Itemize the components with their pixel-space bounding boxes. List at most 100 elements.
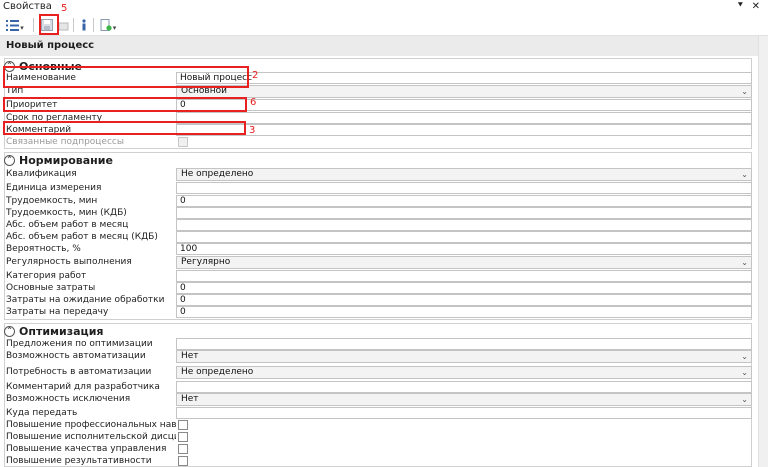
chevron-down-icon[interactable]: ⌄ — [741, 86, 748, 97]
annotation-number: 2 — [252, 70, 259, 81]
toolbar-separator — [93, 18, 94, 32]
regularity-select[interactable]: Регулярно ⌄ — [176, 256, 752, 269]
row-proposals: Предложения по оптимизации — [4, 338, 752, 350]
proposals-field[interactable] — [176, 338, 752, 350]
field-label: Возможность автоматизации — [6, 351, 146, 361]
field-label: Возможность исключения — [6, 394, 131, 404]
select-value: Не определено — [181, 169, 254, 179]
prof-skills-checkbox[interactable] — [178, 420, 188, 430]
field-label: Повышение результативности — [6, 456, 152, 466]
dropdown-arrow-icon: ▾ — [20, 24, 24, 32]
field-label: Трудоемкость, мин (КДБ) — [6, 208, 127, 218]
field-label: Повышение профессиональных навыков — [6, 420, 176, 430]
annotation-box-name — [3, 66, 249, 88]
export-icon[interactable]: ▾ — [97, 17, 119, 33]
annotation-box-save — [39, 14, 59, 35]
collapse-chevron-icon[interactable]: ⌃ — [4, 325, 15, 337]
main-costs-field[interactable]: 0 — [176, 282, 752, 294]
section-title: Нормирование — [19, 153, 113, 167]
row-prof-skills: Повышение профессиональных навыков — [4, 419, 752, 431]
transfer-costs-field[interactable]: 0 — [176, 306, 752, 318]
dropdown-arrow-icon: ▾ — [112, 24, 117, 32]
performance-checkbox[interactable] — [178, 456, 188, 466]
field-label: Затраты на передачу — [6, 307, 109, 317]
annotation-box-comment — [3, 121, 246, 135]
comment-field[interactable] — [176, 124, 752, 136]
chevron-down-icon[interactable]: ⌄ — [741, 367, 748, 378]
labor-min-field[interactable]: 0 — [176, 195, 752, 207]
row-unit: Единица измерения — [4, 182, 752, 194]
linked-subprocesses-checkbox — [178, 137, 188, 147]
field-label: Основные затраты — [6, 283, 96, 293]
wait-costs-field[interactable]: 0 — [176, 294, 752, 306]
priority-field[interactable]: 0 — [176, 99, 752, 111]
name-field[interactable]: Новый процесс — [176, 72, 752, 84]
field-label: Вероятность, % — [6, 244, 81, 254]
row-qualification: Квалификация Не определено ⌄ — [4, 168, 752, 181]
info-icon[interactable] — [78, 17, 90, 33]
annotation-number: 5 — [61, 3, 68, 14]
section-title: Оптимизация — [19, 324, 104, 338]
select-value: Нет — [181, 351, 199, 361]
field-label: Категория работ — [6, 271, 87, 281]
unit-field[interactable] — [176, 182, 752, 194]
field-label: Куда передать — [6, 408, 78, 418]
vertical-scrollbar[interactable] — [758, 36, 768, 467]
row-regularity: Регулярность выполнения Регулярно ⌄ — [4, 256, 752, 269]
transfer-to-field[interactable] — [176, 407, 752, 419]
abs-volume-field[interactable] — [176, 219, 752, 231]
select-value: Нет — [181, 394, 199, 404]
toolbar-separator — [73, 18, 74, 32]
labor-kdb-field[interactable] — [176, 207, 752, 219]
automation-possible-select[interactable]: Нет ⌄ — [176, 350, 752, 363]
deadline-field[interactable] — [176, 112, 752, 124]
mgmt-quality-checkbox[interactable] — [178, 444, 188, 454]
field-label: Квалификация — [6, 169, 77, 179]
probability-field[interactable]: 100 — [176, 243, 752, 255]
chevron-down-icon[interactable]: ⌄ — [741, 351, 748, 362]
row-linked: Связанные подпроцессы — [4, 136, 752, 148]
collapse-chevron-icon[interactable]: ⌃ — [4, 154, 15, 166]
close-icon[interactable]: ✕ — [752, 0, 760, 13]
qualification-select[interactable]: Не определено ⌄ — [176, 168, 752, 181]
row-performance: Повышение результативности — [4, 455, 752, 467]
pin-icon[interactable]: ⯆ — [737, 0, 744, 13]
dev-comment-field[interactable] — [176, 381, 752, 393]
field-label: Связанные подпроцессы — [6, 137, 124, 147]
list-view-icon[interactable]: ▾ — [5, 17, 25, 33]
section-norm-header[interactable]: ⌃ Нормирование — [4, 153, 113, 167]
field-label: Потребность в автоматизации — [6, 367, 152, 377]
row-transfer-to: Куда передать — [4, 407, 752, 419]
field-label: Повышение исполнительской дисциплины — [6, 432, 176, 442]
field-label: Трудоемкость, мин — [6, 196, 98, 206]
automation-need-select[interactable]: Не определено ⌄ — [176, 366, 752, 379]
field-label: Абс. объем работ в месяц (КДБ) — [6, 232, 158, 242]
chevron-down-icon[interactable]: ⌄ — [741, 394, 748, 405]
row-abs-volume: Абс. объем работ в месяц — [4, 219, 752, 231]
window-title: Свойства — [3, 1, 52, 12]
category-field[interactable] — [176, 270, 752, 282]
annotation-box-priority — [3, 97, 247, 112]
object-header: Новый процесс — [0, 36, 758, 56]
annotation-number: 6 — [250, 97, 257, 108]
row-abs-volume-kdb: Абс. объем работ в месяц (КДБ) — [4, 231, 752, 243]
chevron-down-icon[interactable]: ⌄ — [741, 169, 748, 180]
window-titlebar: Свойства ⯆ ✕ — [0, 0, 768, 14]
row-labor-min: Трудоемкость, мин 0 — [4, 195, 752, 207]
row-labor-kdb: Трудоемкость, мин (КДБ) — [4, 207, 752, 219]
field-label: Предложения по оптимизации — [6, 339, 153, 349]
field-label: Комментарий для разработчика — [6, 382, 160, 392]
toolbar-separator — [33, 18, 34, 32]
object-title: Новый процесс — [6, 40, 95, 51]
annotation-number: 3 — [249, 125, 256, 136]
row-automation-possible: Возможность автоматизации Нет ⌄ — [4, 350, 752, 363]
chevron-down-icon[interactable]: ⌄ — [741, 257, 748, 268]
row-transfer-costs: Затраты на передачу 0 — [4, 306, 752, 318]
type-select[interactable]: Основной ⌄ — [176, 85, 752, 98]
exclusion-select[interactable]: Нет ⌄ — [176, 393, 752, 406]
discipline-checkbox[interactable] — [178, 432, 188, 442]
section-opt-header[interactable]: ⌃ Оптимизация — [4, 324, 103, 338]
abs-volume-kdb-field[interactable] — [176, 231, 752, 243]
toolbar: ▾ ▾ — [0, 14, 768, 36]
row-main-costs: Основные затраты 0 — [4, 282, 752, 294]
